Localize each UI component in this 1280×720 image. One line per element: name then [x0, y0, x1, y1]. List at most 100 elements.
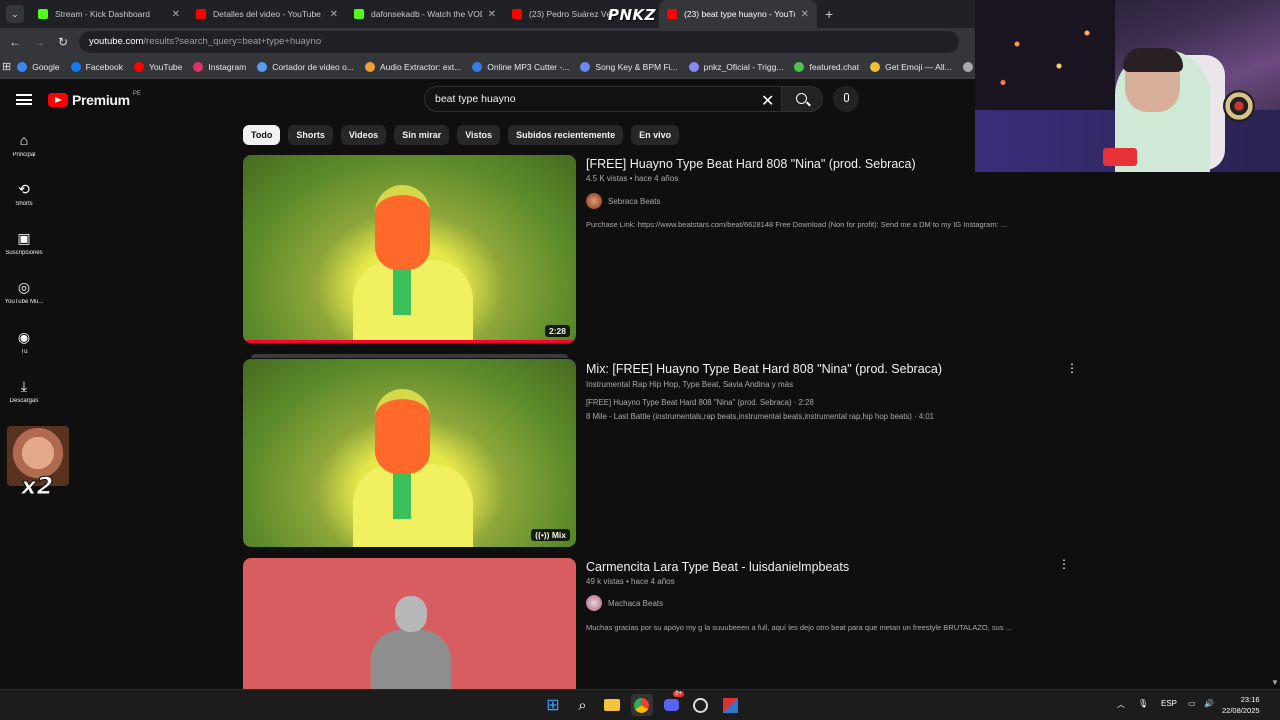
language-indicator[interactable]: ESP: [1161, 699, 1177, 708]
video-meta: 49 k vistas • hace 4 años: [586, 577, 675, 586]
chip-vistos[interactable]: Vistos: [457, 125, 501, 145]
mix-badge: ((•)) Mix: [531, 529, 570, 541]
bookmark-song-key[interactable]: Song Key & BPM Fi...: [580, 61, 678, 72]
sidebar-item-descargas[interactable]: ⤓ Descargas: [0, 377, 48, 404]
youtube-icon: [196, 9, 206, 19]
bookmark-google[interactable]: Google: [17, 61, 60, 72]
app-icon[interactable]: [719, 694, 741, 716]
mix-thumbnail[interactable]: ((•)) Mix: [243, 359, 576, 547]
scroll-down-arrow-icon[interactable]: ▼: [1271, 678, 1279, 687]
close-icon[interactable]: ✕: [801, 9, 809, 20]
overlay-logo: PNKZ: [608, 6, 657, 24]
chrome-icon[interactable]: [630, 694, 653, 716]
bookmark-pnkz[interactable]: pnkz_Oficial - Trigg...: [688, 61, 783, 72]
video-description: Muchas gracias por su apoyo my g la suuu…: [586, 623, 1012, 632]
voice-search-button[interactable]: [833, 86, 859, 112]
microphone-icon[interactable]: 🎙: [1138, 699, 1148, 708]
download-icon: ⤓: [20, 378, 28, 394]
bookmark-instagram[interactable]: Instagram: [193, 61, 246, 72]
sidebar-item-tu[interactable]: ◉ Tú: [0, 328, 48, 355]
bookmark-video-cutter[interactable]: Cortador de video o...: [257, 61, 354, 72]
channel-link[interactable]: Sebraca Beats: [586, 193, 660, 209]
reload-button[interactable]: ↻: [51, 35, 75, 49]
hamburger-menu-icon[interactable]: [16, 94, 32, 105]
user-icon: ◉: [17, 329, 31, 345]
youtube-icon: [133, 61, 144, 72]
apps-icon[interactable]: ⊞: [2, 60, 11, 73]
file-explorer-icon[interactable]: [601, 694, 623, 716]
more-options-icon[interactable]: ⋮: [1058, 557, 1070, 571]
youtube-music-icon: ◎: [17, 279, 31, 295]
tab-youtube-studio[interactable]: Detalles del video - YouTube St ✕: [188, 0, 346, 28]
close-icon[interactable]: ✕: [488, 9, 496, 20]
bookmark-youtube[interactable]: YouTube: [133, 61, 182, 72]
mic-icon: [843, 93, 849, 102]
clock[interactable]: 23:16 22/08/2025: [1222, 694, 1260, 716]
discord-icon[interactable]: 9+: [660, 691, 684, 716]
tab-beat-type-huayno[interactable]: (23) beat type huayno - YouTub ✕: [659, 0, 817, 28]
search-icon[interactable]: ⌕: [572, 694, 594, 716]
chip-subidos-recientemente[interactable]: Subidos recientemente: [508, 125, 624, 145]
tab-search-icon[interactable]: ⌄: [6, 5, 24, 23]
dartboard: [1223, 90, 1255, 122]
bookmark-mp3-cutter[interactable]: Online MP3 Cutter -...: [472, 61, 569, 72]
bookmark-featured-chat[interactable]: featured.chat: [794, 61, 859, 72]
video-thumbnail[interactable]: 2:28: [243, 155, 576, 343]
bookmark-audio-extractor[interactable]: Audio Extractor: ext...: [364, 61, 461, 72]
phone: [1103, 148, 1137, 166]
kick-icon: [354, 9, 364, 19]
clear-search-icon[interactable]: ✕: [761, 91, 774, 111]
mix-meta: Instrumental Rap Hip Hop, Type Beat, Sav…: [586, 380, 794, 389]
sidebar-item-shorts[interactable]: ⟲ Shorts: [0, 180, 48, 207]
channel-link[interactable]: Machaca Beats: [586, 595, 663, 611]
city-lights-window: [975, 0, 1115, 110]
video-title[interactable]: [FREE] Huayno Type Beat Hard 808 "Nina" …: [586, 157, 916, 171]
volume-icon[interactable]: 🔊: [1204, 699, 1214, 708]
close-icon[interactable]: ✕: [330, 9, 338, 20]
network-icon[interactable]: ▭: [1188, 699, 1196, 708]
search-button[interactable]: [781, 86, 823, 112]
stream-emote-overlay: x2: [7, 426, 69, 502]
url-field[interactable]: youtube.com/results?search_query=beat+ty…: [79, 30, 959, 53]
bookmark-get-emoji[interactable]: Get Emoji — All...: [870, 61, 952, 72]
bookmark-facebook[interactable]: Facebook: [70, 61, 123, 72]
chevron-up-icon[interactable]: ︿: [1117, 699, 1125, 710]
bookmark-icon: [962, 61, 973, 72]
mix-track-1[interactable]: [FREE] Huayno Type Beat Hard 808 "Nina" …: [586, 398, 814, 407]
sidebar-item-suscripciones[interactable]: ▣ Suscripciones: [0, 229, 48, 256]
mix-title[interactable]: Mix: [FREE] Huayno Type Beat Hard 808 "N…: [586, 362, 942, 376]
windows-start-icon[interactable]: ⊞: [542, 694, 564, 716]
chip-en-vivo[interactable]: En vivo: [631, 125, 680, 145]
audio-icon: [364, 61, 375, 72]
address-bar: ← → ↻ youtube.com/results?search_query=b…: [0, 28, 975, 55]
sidebar-item-youtube-music[interactable]: ◎ YouTube Mu...: [0, 278, 48, 305]
video-description: Purchase Link: https://www.beatstars.com…: [586, 220, 1008, 229]
sidebar-item-principal[interactable]: ⌂ Principal: [0, 131, 48, 158]
chip-sin-mirar[interactable]: Sin mirar: [394, 125, 450, 145]
forward-button[interactable]: →: [27, 35, 51, 49]
chip-videos[interactable]: Videos: [340, 125, 387, 145]
google-icon: [17, 61, 28, 72]
close-icon[interactable]: ✕: [172, 9, 180, 20]
search-input[interactable]: beat type huayno: [424, 86, 788, 112]
chip-todo[interactable]: Todo: [243, 125, 281, 145]
tab-kick-vod[interactable]: dafonsekadb - Watch the VOD ✕: [346, 0, 504, 28]
home-icon: ⌂: [19, 132, 29, 148]
chip-shorts[interactable]: Shorts: [288, 125, 333, 145]
mix-track-2[interactable]: 8 Mile - Last Battle (instrumentals,rap …: [586, 412, 934, 421]
music-note-icon: [580, 61, 591, 72]
video-thumbnail[interactable]: [243, 558, 576, 698]
obs-icon[interactable]: [690, 694, 712, 716]
shorts-icon: ⟲: [18, 181, 30, 197]
new-tab-button[interactable]: +: [825, 6, 833, 22]
youtube-premium-logo[interactable]: Premium PE: [48, 91, 141, 108]
video-title[interactable]: Carmencita Lara Type Beat - luisdanielmp…: [586, 560, 849, 574]
emoji-icon: [870, 61, 881, 72]
more-options-icon[interactable]: ⋮: [1066, 361, 1078, 375]
mix-stack-edge: [251, 354, 568, 358]
youtube-icon: [512, 9, 522, 19]
kick-icon: [38, 9, 48, 19]
tab-kick-dashboard[interactable]: Stream - Kick Dashboard ✕: [30, 0, 188, 28]
back-button[interactable]: ←: [3, 35, 27, 49]
pnkz-icon: [688, 61, 699, 72]
